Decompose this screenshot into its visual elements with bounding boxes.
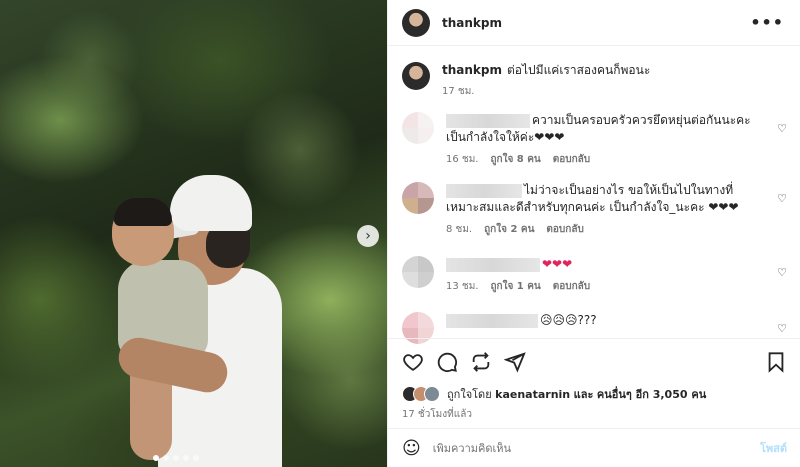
- post-header: thankpm •••: [388, 0, 800, 46]
- comment-time[interactable]: 13 ชม.: [446, 278, 478, 295]
- comment-like-count[interactable]: ถูกใจ 2 คน: [484, 221, 534, 238]
- commenter-avatar-blurred[interactable]: [402, 182, 434, 214]
- comment-time[interactable]: 8 ชม.: [446, 221, 472, 238]
- carousel-dots: [153, 455, 199, 461]
- carousel-dot: [183, 455, 189, 461]
- liker-avatar: [424, 386, 440, 402]
- bookmark-icon[interactable]: [765, 351, 787, 373]
- carousel-dot: [173, 455, 179, 461]
- post-caption: thankpm ต่อไปมีแค่เราสองคนก็พอนะ 17 ชม.: [402, 62, 650, 100]
- likes-others[interactable]: คนอื่นๆ อีก 3,050 คน: [597, 388, 706, 401]
- carousel-dot: [193, 455, 199, 461]
- author-avatar[interactable]: [402, 8, 430, 37]
- likes-prefix: ถูกใจโดย: [447, 388, 492, 401]
- like-heart-icon[interactable]: [402, 351, 424, 373]
- comment-time[interactable]: 16 ชม.: [446, 151, 478, 168]
- post-comment-button[interactable]: โพสต์: [760, 439, 787, 457]
- blurred-username: [446, 113, 530, 128]
- carousel-dot: [163, 455, 169, 461]
- blurred-username: [446, 183, 522, 198]
- caption-username[interactable]: thankpm: [442, 63, 502, 77]
- post-timestamp[interactable]: 17 ชั่วโมงที่แล้ว: [402, 407, 787, 422]
- caption-text: ต่อไปมีแค่เราสองคนก็พอนะ: [507, 63, 651, 77]
- comment-text: 😥😥😥???: [540, 313, 597, 327]
- emoji-icon[interactable]: ☺: [402, 438, 421, 459]
- comment-like-count[interactable]: ถูกใจ 1 คน: [490, 278, 540, 295]
- likes-summary[interactable]: ถูกใจโดย kaenatarnin และ คนอื่นๆ อีก 3,0…: [402, 385, 787, 403]
- comment-item: ความเป็นครอบครัวควรยึดหยุ่นต่อกันนะคะ เป…: [402, 112, 787, 168]
- comment-like-count[interactable]: ถูกใจ 8 คน: [490, 151, 540, 168]
- comment-item: ❤❤❤ 13 ชม. ถูกใจ 1 คน ตอบกลับ ♡: [402, 256, 787, 295]
- add-comment-bar: ☺ โพสต์: [388, 428, 800, 467]
- comment-bubble-icon[interactable]: [436, 351, 458, 373]
- comment-reply-button[interactable]: ตอบกลับ: [553, 278, 590, 295]
- comment-like-heart-icon[interactable]: ♡: [777, 122, 787, 135]
- comment-like-heart-icon[interactable]: ♡: [777, 266, 787, 279]
- comment-reply-button[interactable]: ตอบกลับ: [546, 221, 583, 238]
- blurred-username: [446, 257, 540, 272]
- share-send-icon[interactable]: [504, 351, 526, 373]
- carousel-next-button[interactable]: ›: [357, 225, 379, 247]
- author-username[interactable]: thankpm: [442, 16, 750, 30]
- commenter-avatar-blurred[interactable]: [402, 256, 434, 288]
- more-dots-icon[interactable]: •••: [750, 13, 784, 32]
- liker-username[interactable]: kaenatarnin: [495, 388, 570, 401]
- liker-avatars: [402, 386, 440, 402]
- post-photo[interactable]: ›: [0, 0, 387, 467]
- blurred-username: [446, 313, 538, 328]
- comment-text: ❤❤❤: [542, 257, 573, 271]
- commenter-avatar-blurred[interactable]: [402, 112, 434, 144]
- post-side-panel: thankpm ••• thankpm ต่อไปมีแค่เราสองคนก็พ…: [387, 0, 800, 467]
- comment-like-heart-icon[interactable]: ♡: [777, 192, 787, 205]
- comment-input[interactable]: [432, 441, 760, 455]
- post-actions: ถูกใจโดย kaenatarnin และ คนอื่นๆ อีก 3,0…: [388, 338, 800, 422]
- comment-reply-button[interactable]: ตอบกลับ: [553, 151, 590, 168]
- caption-time[interactable]: 17 ชม.: [442, 84, 650, 100]
- likes-middle: และ: [573, 388, 594, 401]
- baby-hair: [114, 198, 172, 226]
- repost-icon[interactable]: [470, 351, 492, 373]
- carousel-dot: [153, 455, 159, 461]
- comment-item: ไม่ว่าจะเป็นอย่างไร ขอให้เป็นไปในทางที่เ…: [402, 182, 787, 238]
- caption-avatar[interactable]: [402, 62, 430, 90]
- comment-like-heart-icon[interactable]: ♡: [777, 322, 787, 335]
